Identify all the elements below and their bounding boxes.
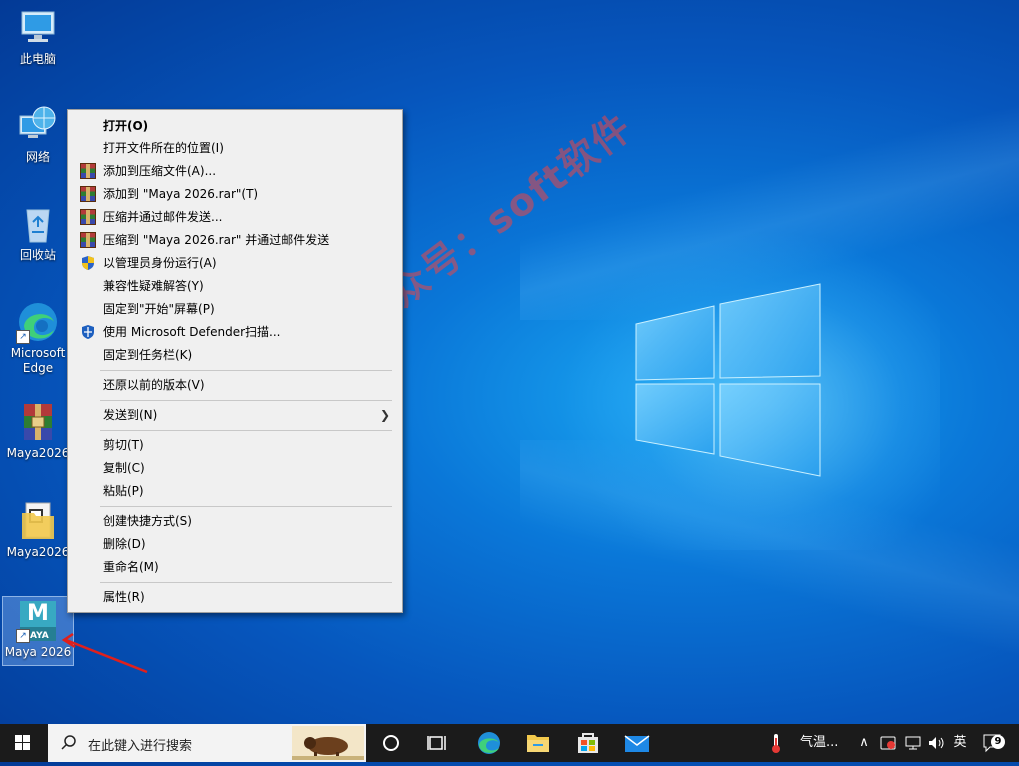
mail-icon [624,735,650,752]
task-view-cortana-button[interactable] [368,724,414,762]
tray-alert-icon [880,736,896,750]
chevron-up-icon: ∧ [859,735,869,750]
winrar-icon [80,163,96,179]
action-center-button[interactable]: 9 [982,724,1006,762]
menu-item-rename[interactable]: 重命名(M) [70,556,400,578]
menu-item-run-as-admin[interactable]: 以管理员身份运行(A) [70,252,400,274]
menu-separator [100,400,392,401]
tray-volume-button[interactable] [927,724,947,762]
weather-label: 气温... [800,735,839,750]
menu-item-properties[interactable]: 属性(R) [70,586,400,608]
tray-security-icon-button[interactable] [878,724,898,762]
ime-label: 英 [953,735,967,750]
menu-separator [100,370,392,371]
windows-start-icon [15,735,30,750]
menu-item-open[interactable]: 打开(O) [70,115,400,137]
menu-item-restore-previous-versions[interactable]: 还原以前的版本(V) [70,374,400,396]
menu-item-cut[interactable]: 剪切(T) [70,434,400,456]
taskbar-store-button[interactable] [565,724,611,762]
winrar-icon [80,186,96,202]
desktop: 此电脑 网络 回收站 ↗ Microsoft Edge Maya2026 May… [0,0,1019,724]
taskbar-mail-button[interactable] [614,724,660,762]
network-monitor-icon [905,736,921,750]
menu-item-compress-and-email[interactable]: 压缩并通过邮件发送... [70,206,400,228]
store-bag-icon [578,733,598,753]
menu-item-pin-to-start[interactable]: 固定到"开始"屏幕(P) [70,298,400,320]
defender-icon [82,325,94,339]
volume-icon [929,737,944,749]
tray-network-button[interactable] [903,724,923,762]
circle-icon [383,735,399,751]
menu-item-create-shortcut[interactable]: 创建快捷方式(S) [70,510,400,532]
menu-item-add-to-maya-rar[interactable]: 添加到 "Maya 2026.rar"(T) [70,183,400,205]
winrar-icon [80,209,96,225]
task-view-button[interactable] [414,724,460,762]
context-menu: 打开(O) 打开文件所在的位置(I) 添加到压缩文件(A)... 添加到 "Ma… [67,109,403,613]
chevron-right-icon: ❯ [379,408,390,422]
taskbar-file-explorer-button[interactable] [515,724,561,762]
menu-item-defender-scan[interactable]: 使用 Microsoft Defender扫描... [70,321,400,343]
menu-separator [100,430,392,431]
search-placeholder: 在此键入进行搜索 [88,739,193,754]
annotation-arrow [61,632,148,674]
menu-item-compress-to-maya-rar-and-email[interactable]: 压缩到 "Maya 2026.rar" 并通过邮件发送 [70,229,400,251]
menu-item-pin-to-taskbar[interactable]: 固定到任务栏(K) [70,344,400,366]
folder-icon [527,735,549,752]
taskbar-search-box[interactable]: 在此键入进行搜索 [48,724,366,762]
menu-separator [100,506,392,507]
search-highlight-bison-icon [292,726,364,760]
menu-item-compatibility-troubleshoot[interactable]: 兼容性疑难解答(Y) [70,275,400,297]
edge-icon [478,732,500,754]
menu-item-send-to[interactable]: 发送到(N) ❯ [70,404,400,426]
ime-language-button[interactable]: 英 [950,724,970,762]
task-view-icon [427,736,446,750]
search-icon [61,735,76,750]
menu-item-copy[interactable]: 复制(C) [70,457,400,479]
menu-separator [100,582,392,583]
uac-shield-icon [82,256,94,270]
menu-item-add-to-archive[interactable]: 添加到压缩文件(A)... [70,160,400,182]
winrar-icon [80,232,96,248]
thermometer-icon [772,734,780,753]
notification-count-badge: 9 [991,735,1005,749]
menu-item-open-file-location[interactable]: 打开文件所在的位置(I) [70,137,400,159]
menu-item-delete[interactable]: 删除(D) [70,533,400,555]
taskbar-edge-button[interactable] [466,724,512,762]
show-hidden-icons-button[interactable]: ∧ [856,724,872,762]
menu-item-paste[interactable]: 粘贴(P) [70,480,400,502]
start-button[interactable] [0,724,46,762]
taskbar: 在此键入进行搜索 气温... ∧ 英 9 [0,724,1019,762]
